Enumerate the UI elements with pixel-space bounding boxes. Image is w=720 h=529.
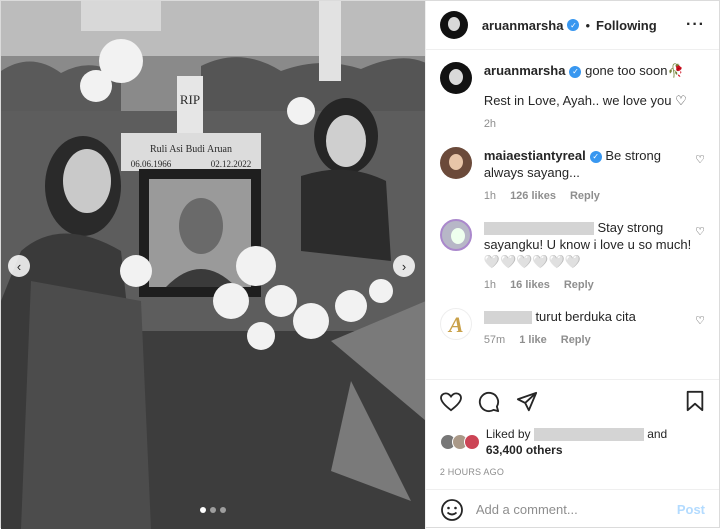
- like-heart-icon[interactable]: [439, 392, 462, 412]
- grave-rip-text: RIP: [180, 92, 200, 107]
- caption-row: aruanmarsha ✓ gone too soon🥀 Rest in Love…: [439, 62, 705, 133]
- verified-badge-icon: ✓: [569, 65, 582, 78]
- post-timestamp[interactable]: 2 HOURS AGO: [440, 467, 705, 477]
- verified-badge-icon: ✓: [567, 19, 580, 31]
- carousel-dot: [219, 507, 226, 513]
- post-sidebar: aruanmarsha ✓ • Following ··· aruanmarsh…: [424, 1, 719, 529]
- commenter-avatar[interactable]: [439, 219, 472, 251]
- comments-list: aruanmarsha ✓ gone too soon🥀 Rest in Love…: [426, 50, 719, 379]
- grave-born-text: 06.06.1966: [131, 159, 172, 169]
- comment-icon[interactable]: [478, 391, 500, 413]
- carousel-dots: [1, 507, 425, 513]
- liked-by-and: and: [647, 427, 668, 441]
- instagram-post: RIP Ruli Asi Budi Aruan 06.06.1966 02.12…: [0, 0, 720, 529]
- caption-line2: Rest in Love, Ayah.. we love you ♡: [483, 93, 687, 108]
- comment-text: turut berduka cita: [483, 308, 699, 325]
- heart-outline-icon[interactable]: ♡: [695, 225, 705, 238]
- caption-text: aruanmarsha ✓ gone too soon🥀: [484, 62, 699, 79]
- comment-likes[interactable]: 16 likes: [510, 277, 550, 294]
- bookmark-icon[interactable]: [685, 390, 705, 412]
- avatar-letter-icon: A: [448, 312, 464, 337]
- reply-button[interactable]: Reply: [564, 277, 594, 294]
- post-photo[interactable]: RIP Ruli Asi Budi Aruan 06.06.1966 02.12…: [1, 1, 425, 529]
- commenter-avatar[interactable]: [439, 147, 472, 179]
- caption-line1: gone too soon🥀: [585, 63, 684, 78]
- more-horizontal-icon[interactable]: ···: [686, 16, 705, 34]
- post-comment-button[interactable]: Post: [677, 502, 705, 517]
- comment-row: maiaestiantyreal ✓ Be strong always sayan…: [439, 147, 705, 205]
- carousel-next-button[interactable]: ›: [393, 255, 415, 277]
- others-count-link[interactable]: 63,400 others: [486, 443, 563, 457]
- likes-summary: Liked by and 63,400 others: [439, 426, 705, 458]
- redacted-username: [483, 311, 532, 325]
- liker-avatars[interactable]: [439, 434, 480, 450]
- author-username[interactable]: aruanmarsha: [482, 18, 564, 33]
- emoji-icon[interactable]: [440, 498, 464, 522]
- comment-text: maiaestiantyreal ✓ Be strong always sayan…: [484, 147, 699, 181]
- add-comment-bar: Post: [425, 489, 719, 529]
- photo-illustration: RIP Ruli Asi Budi Aruan 06.06.1966 02.12…: [1, 1, 425, 529]
- comment-body: turut berduka cita: [535, 309, 636, 324]
- redacted-username: [533, 428, 644, 442]
- liked-by-prefix: Liked by: [485, 427, 531, 441]
- comment-row: A turut berduka cita 57m 1 like Reply ♡: [439, 308, 705, 349]
- post-actions: Liked by and 63,400 others 2 HOURS AGO: [425, 379, 719, 489]
- comment-username[interactable]: maiaestiantyreal: [484, 148, 586, 163]
- author-avatar[interactable]: [439, 62, 472, 94]
- author-avatar[interactable]: [439, 11, 468, 39]
- carousel-dot: [209, 507, 216, 513]
- share-send-icon[interactable]: [516, 391, 538, 413]
- comment-likes[interactable]: 126 likes: [510, 188, 556, 205]
- comment-row: Stay strong sayangku! U know i love u so…: [439, 219, 705, 294]
- separator-dot: •: [585, 17, 591, 33]
- heart-outline-icon[interactable]: ♡: [695, 153, 705, 166]
- carousel-dot: [199, 507, 206, 513]
- comment-time[interactable]: 1h: [484, 277, 496, 294]
- grave-name-text: Ruli Asi Budi Aruan: [150, 144, 232, 155]
- reply-button[interactable]: Reply: [570, 188, 600, 205]
- caption-time[interactable]: 2h: [484, 116, 496, 133]
- commenter-avatar[interactable]: A: [439, 308, 472, 340]
- post-header: aruanmarsha ✓ • Following ···: [425, 1, 719, 50]
- add-comment-input[interactable]: [475, 502, 677, 517]
- grave-died-text: 02.12.2022: [211, 159, 252, 169]
- caption-username[interactable]: aruanmarsha: [484, 63, 566, 78]
- reply-button[interactable]: Reply: [561, 332, 591, 349]
- redacted-username: [483, 222, 594, 236]
- heart-outline-icon[interactable]: ♡: [695, 314, 705, 327]
- comment-likes[interactable]: 1 like: [519, 332, 547, 349]
- comment-time[interactable]: 1h: [484, 188, 496, 205]
- carousel-prev-button[interactable]: ‹: [8, 255, 30, 277]
- verified-badge-icon: ✓: [589, 150, 602, 163]
- liker-avatar: [463, 434, 480, 450]
- comment-time[interactable]: 57m: [484, 332, 505, 349]
- following-button[interactable]: Following: [596, 18, 657, 33]
- comment-text: Stay strong sayangku! U know i love u so…: [483, 219, 699, 270]
